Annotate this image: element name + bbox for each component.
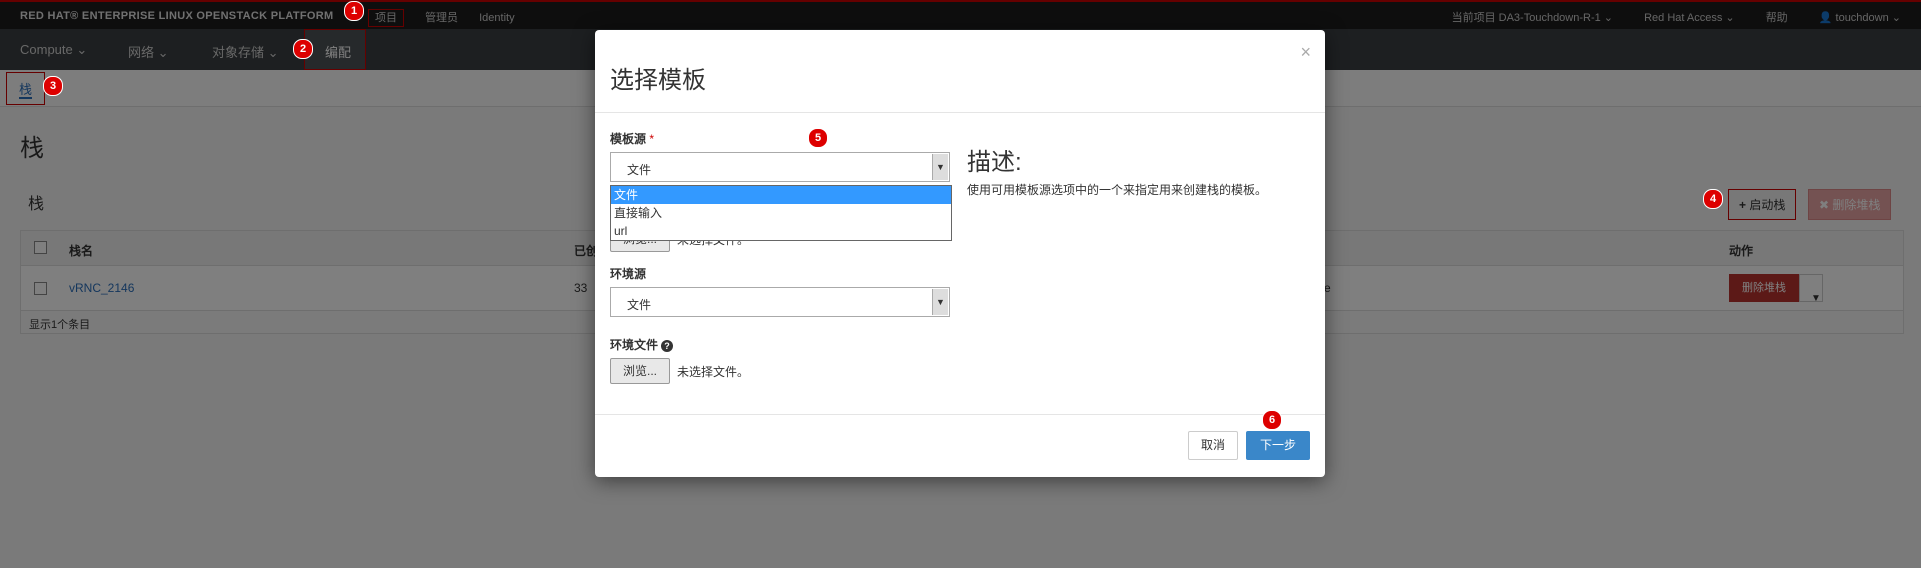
- modal-header: 选择模板 ×: [595, 30, 1325, 113]
- option-file[interactable]: 文件: [611, 186, 951, 204]
- annotation-badge: 6: [1262, 410, 1282, 430]
- env-no-file-text: 未选择文件。: [677, 365, 750, 379]
- annotation-badge: 4: [1703, 189, 1723, 209]
- select-template-modal: 选择模板 × 模板源 * 文件 ▼ 文件 直接输入 url 浏览... 未选择文…: [595, 30, 1325, 477]
- description-heading: 描述:: [967, 149, 1022, 176]
- env-file-label: 环境文件?: [610, 336, 674, 353]
- annotation-badge: 2: [293, 39, 313, 59]
- annotation-badge: 3: [43, 76, 63, 96]
- template-source-label-text: 模板源: [610, 132, 647, 146]
- help-icon[interactable]: ?: [661, 339, 674, 352]
- description-text: 使用可用模板源选项中的一个来指定用来创建栈的模板。: [967, 183, 1268, 197]
- required-marker: *: [649, 132, 655, 146]
- next-button[interactable]: 下一步: [1246, 431, 1310, 460]
- env-source-label: 环境源: [610, 267, 647, 281]
- template-source-value: 文件: [627, 163, 652, 177]
- option-direct-input[interactable]: 直接输入: [611, 204, 951, 222]
- dropdown-arrow-icon[interactable]: ▼: [932, 154, 948, 180]
- cancel-button[interactable]: 取消: [1188, 431, 1238, 460]
- template-source-label: 模板源 *: [610, 130, 654, 147]
- dropdown-arrow-icon[interactable]: ▼: [932, 289, 948, 315]
- annotation-badge: 1: [344, 1, 364, 21]
- env-browse-button[interactable]: 浏览...: [610, 358, 670, 384]
- template-source-select[interactable]: 文件 ▼: [610, 152, 950, 182]
- env-file-label-text: 环境文件: [610, 338, 659, 352]
- env-source-value: 文件: [627, 298, 652, 312]
- annotation-badge: 5: [808, 128, 828, 148]
- template-source-dropdown: 文件 直接输入 url: [610, 185, 952, 241]
- modal-footer: 取消 下一步: [595, 414, 1325, 478]
- close-icon[interactable]: ×: [1300, 42, 1311, 63]
- option-url[interactable]: url: [611, 222, 951, 240]
- env-source-select[interactable]: 文件 ▼: [610, 287, 950, 317]
- modal-title: 选择模板: [610, 67, 706, 94]
